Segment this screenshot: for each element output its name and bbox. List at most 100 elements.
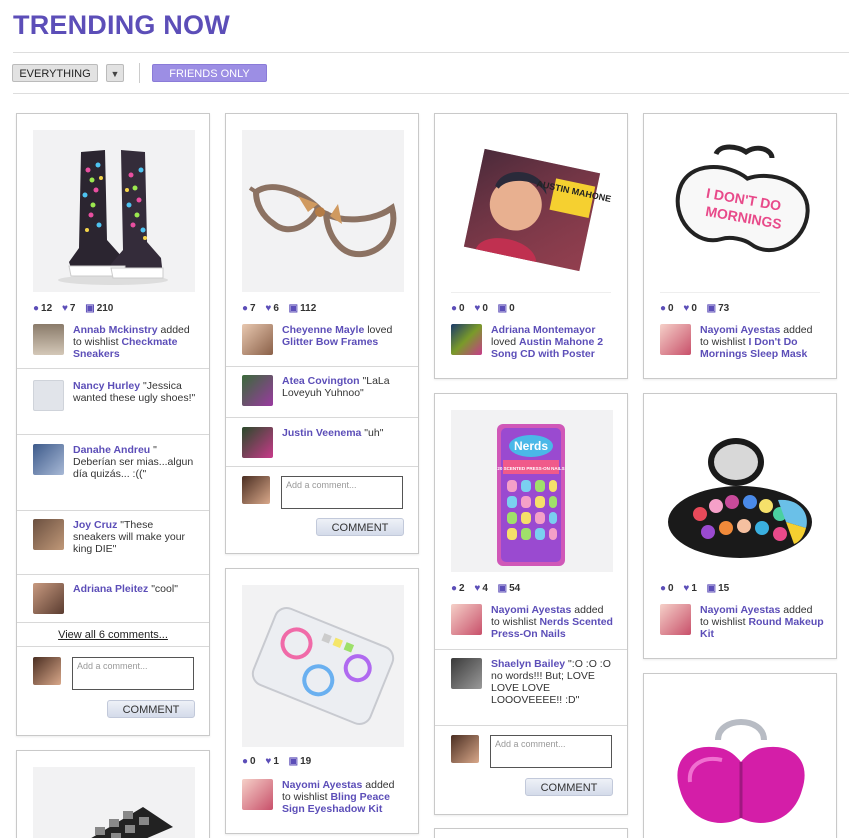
avatar[interactable] — [242, 427, 273, 458]
speech-bubble-icon: ● — [242, 756, 249, 767]
product-card: ● 0 ♥ 1 ▣ 19 Nayomi Ayestas added to wishli… — [225, 568, 419, 834]
header-divider — [13, 52, 849, 53]
comment-divider — [17, 622, 209, 623]
activity-text: Nayomi Ayestas added to wishlist Round M… — [700, 604, 824, 640]
avatar[interactable] — [660, 604, 691, 635]
comment-button[interactable]: COMMENT — [525, 778, 613, 796]
product-image[interactable] — [33, 130, 195, 292]
avatar[interactable] — [242, 324, 273, 355]
product-stats: ● 0 ♥ 1 ▣ 15 — [660, 583, 730, 594]
filter-dropdown-button[interactable]: ▼ — [106, 64, 124, 82]
comment-divider — [226, 417, 418, 418]
comment-divider — [435, 725, 627, 726]
product-image[interactable]: Nerds 20 SCENTED PRESS-ON NAILS — [451, 410, 613, 572]
view-all-comments-link[interactable]: View all 6 comments... — [17, 629, 209, 641]
product-image[interactable] — [660, 410, 822, 572]
avatar[interactable] — [451, 604, 482, 635]
shopping-bag-icon: ▣ — [706, 583, 717, 594]
image-divider — [451, 292, 611, 293]
avatar[interactable] — [33, 583, 64, 614]
comment-text: Atea Covington "LaLa Loveyuh Yuhnoo" — [282, 375, 390, 399]
product-card: I DON'T DO MORNINGS ● 0 ♥ 0 ▣ 73 Nayomi Aye… — [643, 113, 837, 379]
speech-bubble-icon: ● — [451, 303, 458, 314]
activity-text: Nayomi Ayestas added to wishlist Nerds S… — [491, 604, 613, 640]
heart-icon: ♥ — [474, 583, 481, 594]
comment-input[interactable]: Add a comment... — [72, 657, 194, 690]
shopping-bag-icon: ▣ — [497, 583, 508, 594]
comment-button[interactable]: COMMENT — [107, 700, 195, 718]
product-card: ● 0 ♥ 1 ▣ 15 Nayomi Ayestas added to wishli… — [643, 393, 837, 659]
shopping-bag-icon: ▣ — [288, 756, 299, 767]
package-subtitle-text: 20 SCENTED PRESS-ON NAILS — [497, 466, 564, 471]
avatar[interactable] — [660, 324, 691, 355]
product-card — [16, 750, 210, 838]
comment-input[interactable]: Add a comment... — [281, 476, 403, 509]
everything-filter-button[interactable]: EVERYTHING — [12, 64, 98, 82]
avatar[interactable] — [242, 779, 273, 810]
comment-divider — [17, 510, 209, 511]
activity-text: Adriana Montemayor loved Austin Mahone 2… — [491, 324, 604, 360]
speech-bubble-icon: ● — [33, 303, 40, 314]
product-card: Nerds 20 SCENTED PRESS-ON NAILS ● 2 ♥ 4 ▣ 5… — [434, 393, 628, 815]
comment-text: Joy Cruz "These sneakers will make your … — [73, 519, 186, 555]
comment-text: Justin Veenema "uh" — [282, 427, 384, 439]
friends-only-filter-button[interactable]: FRIENDS ONLY — [152, 64, 267, 82]
product-image[interactable]: AUSTIN MAHONE — [451, 130, 613, 292]
heart-icon: ♥ — [61, 303, 68, 314]
activity-text: Nayomi Ayestas added to wishlist I Don't… — [700, 324, 813, 360]
product-card: ● 12 ♥ 7 ▣ 210 Annab Mckinstry added to wis… — [16, 113, 210, 736]
product-image[interactable] — [242, 130, 404, 292]
comment-divider — [17, 646, 209, 647]
comment-divider — [226, 466, 418, 467]
product-image[interactable] — [33, 767, 195, 838]
product-card: AUSTIN MAHONE ● 0 ♥ 0 ▣ 0 Adriana Montemayo… — [434, 113, 628, 379]
heart-icon: ♥ — [683, 583, 690, 594]
product-card: ● 7 ♥ 6 ▣ 112 Cheyenne Mayle loved Glitter … — [225, 113, 419, 554]
avatar[interactable] — [33, 380, 64, 411]
activity-text: Nayomi Ayestas added to wishlist Bling P… — [282, 779, 395, 815]
product-stats: ● 0 ♥ 1 ▣ 19 — [242, 756, 312, 767]
avatar — [33, 657, 61, 685]
heart-icon: ♥ — [683, 303, 690, 314]
product-stats: ● 12 ♥ 7 ▣ 210 — [33, 303, 114, 314]
comment-input[interactable]: Add a comment... — [490, 735, 612, 768]
avatar[interactable] — [33, 324, 64, 355]
page-title: TRENDING NOW — [13, 10, 230, 40]
product-stats: ● 0 ♥ 0 ▣ 73 — [660, 303, 730, 314]
speech-bubble-icon: ● — [660, 303, 667, 314]
avatar[interactable] — [33, 519, 64, 550]
avatar[interactable] — [451, 658, 482, 689]
comment-text: Nancy Hurley "Jessica wanted these ugly … — [73, 380, 196, 404]
comment-divider — [435, 649, 627, 650]
product-image[interactable]: I DON'T DO MORNINGS — [660, 130, 822, 292]
shopping-bag-icon: ▣ — [85, 303, 95, 314]
avatar — [451, 735, 479, 763]
shopping-bag-icon: ▣ — [706, 303, 717, 314]
product-card — [643, 673, 837, 838]
shopping-bag-icon: ▣ — [288, 303, 299, 314]
comment-text: Danahe Andreu " Deberían ser mias...algu… — [73, 444, 194, 480]
comment-divider — [17, 434, 209, 435]
product-stats: ● 0 ♥ 0 ▣ 0 — [451, 303, 515, 314]
avatar[interactable] — [242, 375, 273, 406]
avatar — [242, 476, 270, 504]
heart-icon: ♥ — [474, 303, 481, 314]
image-divider — [660, 292, 820, 293]
heart-icon: ♥ — [265, 303, 272, 314]
comment-divider — [17, 368, 209, 369]
avatar[interactable] — [451, 324, 482, 355]
shopping-bag-icon: ▣ — [497, 303, 508, 314]
product-stats: ● 2 ♥ 4 ▣ 54 — [451, 583, 521, 594]
heart-icon: ♥ — [265, 756, 272, 767]
chevron-down-icon: ▼ — [110, 69, 120, 79]
avatar[interactable] — [33, 444, 64, 475]
speech-bubble-icon: ● — [242, 303, 249, 314]
comment-divider — [17, 574, 209, 575]
product-stats: ● 7 ♥ 6 ▣ 112 — [242, 303, 317, 314]
product-image[interactable] — [242, 585, 404, 747]
product-image[interactable] — [660, 690, 822, 838]
comment-button[interactable]: COMMENT — [316, 518, 404, 536]
activity-text: Cheyenne Mayle loved Glitter Bow Frames — [282, 324, 393, 348]
speech-bubble-icon: ● — [451, 583, 458, 594]
comment-divider — [226, 366, 418, 367]
